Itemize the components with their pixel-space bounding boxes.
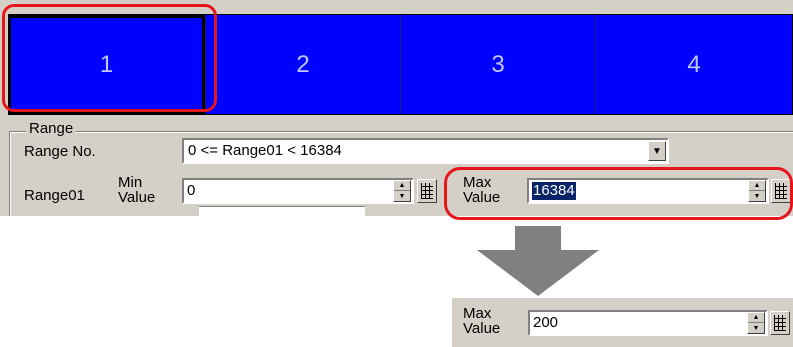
min-value-text: 0 xyxy=(187,182,196,199)
min-value-field[interactable]: 0 ▲ ▼ xyxy=(182,178,414,204)
arrow-down-head xyxy=(477,250,599,296)
segment-2[interactable]: 2 xyxy=(206,15,400,114)
min-value-label: Min Value xyxy=(118,174,156,206)
result-max-value-spinner[interactable]: ▲ ▼ xyxy=(747,312,765,334)
segment-1-highlight xyxy=(2,4,217,112)
min-keypad-button[interactable] xyxy=(417,179,437,203)
triangle-up-icon[interactable]: ▲ xyxy=(748,313,764,323)
result-max-value-field[interactable]: 200 ▲ ▼ xyxy=(528,310,768,336)
triangle-up-icon[interactable]: ▲ xyxy=(394,181,410,191)
result-panel: Max Value 200 ▲ ▼ xyxy=(452,298,793,347)
cut-off-control xyxy=(199,206,365,216)
result-max-value-label: Max Value xyxy=(463,305,501,337)
result-max-value-text: 200 xyxy=(533,314,559,331)
keypad-icon xyxy=(421,183,433,199)
segment-4[interactable]: 4 xyxy=(596,15,792,114)
chevron-down-icon[interactable]: ▼ xyxy=(648,141,666,161)
range-row-label: Range01 xyxy=(24,187,85,204)
range-no-select[interactable]: 0 <= Range01 < 16384 ▼ xyxy=(182,138,669,164)
keypad-icon xyxy=(774,315,786,331)
max-value-highlight xyxy=(444,167,793,220)
arrow-down-icon xyxy=(515,226,561,250)
segment-3[interactable]: 3 xyxy=(401,15,595,114)
range-no-label: Range No. xyxy=(24,143,96,160)
min-value-spinner[interactable]: ▲ ▼ xyxy=(393,180,411,202)
range-group-title: Range xyxy=(26,120,77,138)
triangle-down-icon[interactable]: ▼ xyxy=(394,191,410,201)
triangle-down-icon[interactable]: ▼ xyxy=(748,323,764,333)
range-no-value: 0 <= Range01 < 16384 xyxy=(188,142,342,159)
result-keypad-button[interactable] xyxy=(770,311,790,335)
